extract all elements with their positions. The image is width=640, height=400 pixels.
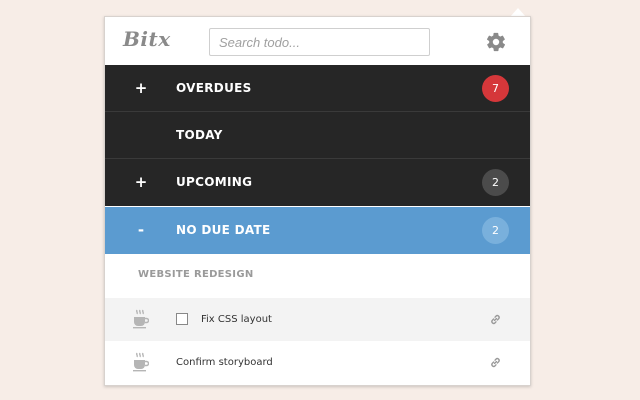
category-label: TODAY xyxy=(176,128,223,142)
count-badge: 7 xyxy=(482,75,509,102)
category-today[interactable]: TODAY xyxy=(105,112,530,159)
plus-icon[interactable]: + xyxy=(133,159,149,206)
header: Bitx xyxy=(105,17,530,65)
app-logo: Bitx xyxy=(123,27,171,51)
category-overdues[interactable]: + OVERDUES 7 xyxy=(105,65,530,112)
link-icon[interactable] xyxy=(489,356,502,369)
category-symbol xyxy=(133,112,149,159)
project-group-title: WEBSITE REDESIGN xyxy=(138,269,254,280)
search-input[interactable] xyxy=(209,28,430,56)
category-upcoming[interactable]: + UPCOMING 2 xyxy=(105,159,530,206)
task-label: Confirm storyboard xyxy=(176,357,273,368)
coffee-cup-icon xyxy=(133,309,149,329)
category-label: NO DUE DATE xyxy=(176,223,271,237)
task-row[interactable]: Confirm storyboard xyxy=(105,341,530,384)
todo-popover: Bitx + OVERDUES 7 TODAY + UPCOMING 2 - N… xyxy=(104,16,531,386)
count-badge: 2 xyxy=(482,217,509,244)
task-row[interactable]: Fix CSS layout xyxy=(105,298,530,341)
task-label: Fix CSS layout xyxy=(201,314,272,325)
link-icon[interactable] xyxy=(489,313,502,326)
gear-icon[interactable] xyxy=(485,31,507,53)
category-no-due-date[interactable]: - NO DUE DATE 2 xyxy=(105,207,530,254)
category-label: OVERDUES xyxy=(176,81,252,95)
plus-icon[interactable]: + xyxy=(133,65,149,112)
category-label: UPCOMING xyxy=(176,175,253,189)
coffee-cup-icon xyxy=(133,352,149,372)
count-badge: 2 xyxy=(482,169,509,196)
minus-icon[interactable]: - xyxy=(133,207,149,254)
task-checkbox[interactable] xyxy=(176,313,188,325)
